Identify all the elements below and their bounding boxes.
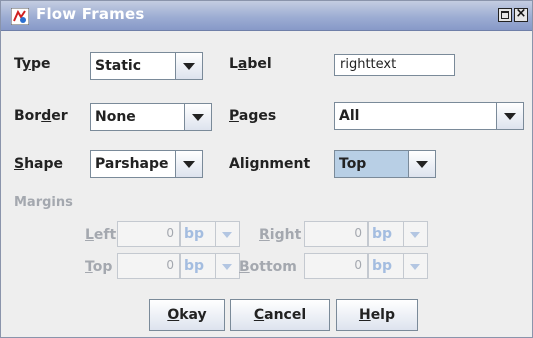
shape-select[interactable]: Parshape [90,150,203,178]
type-label: Type [14,56,51,72]
pages-select[interactable]: All [334,102,524,130]
margin-right-field[interactable]: 0 [304,221,368,247]
window-title: Flow Frames [36,5,145,23]
cancel-button[interactable]: Cancel [230,299,330,331]
help-button[interactable]: Help [336,299,418,331]
chevron-down-icon[interactable] [184,104,211,130]
margin-top-label: Top [85,259,113,275]
margin-right-unit-select[interactable]: bp [368,221,428,247]
chevron-down-icon[interactable] [175,151,202,177]
chevron-down-icon[interactable] [496,103,523,129]
okay-button[interactable]: Okay [149,299,225,331]
restore-icon[interactable] [498,8,512,22]
margin-left-label: Left [85,227,117,243]
margin-right-label: Right [259,227,302,243]
margin-bottom-field[interactable]: 0 [304,253,368,279]
type-select[interactable]: Static [90,52,203,80]
chevron-down-icon[interactable] [403,222,427,246]
title-bar[interactable]: Flow Frames × [1,1,532,31]
chevron-down-icon[interactable] [215,254,239,278]
border-select[interactable]: None [90,103,212,131]
shape-label: Shape [14,156,64,172]
margin-bottom-unit-select[interactable]: bp [368,253,428,279]
shape-select-value: Parshape [95,156,169,172]
margin-left-field[interactable]: 0 [117,221,180,247]
border-select-value: None [95,109,136,125]
close-icon[interactable]: × [514,6,528,22]
type-select-value: Static [95,58,142,74]
margin-left-unit-select[interactable]: bp [180,221,240,247]
chevron-down-icon[interactable] [215,222,239,246]
margin-top-field[interactable]: 0 [117,253,180,279]
margin-bottom-unit-value: bp [372,258,393,274]
chevron-down-icon[interactable] [403,254,427,278]
chevron-down-icon[interactable] [175,53,202,79]
margin-top-unit-value: bp [184,258,205,274]
pages-select-value: All [339,108,360,124]
label-field[interactable]: righttext [334,54,455,76]
chevron-down-icon[interactable] [408,151,435,177]
label-label: Label [229,56,272,72]
margin-right-unit-value: bp [372,226,393,242]
border-label: Border [14,108,68,124]
flow-frames-dialog: Flow Frames × Type Static Label righttex… [0,0,533,338]
alignment-label: Alignment [229,156,311,172]
margins-heading: Margins [14,195,73,210]
alignment-select-value: Top [339,156,367,172]
margin-bottom-label: Bottom [239,259,297,275]
margin-top-unit-select[interactable]: bp [180,253,240,279]
app-icon [11,8,29,25]
margin-left-unit-value: bp [184,226,205,242]
pages-label: Pages [229,108,277,124]
alignment-select[interactable]: Top [334,150,436,178]
